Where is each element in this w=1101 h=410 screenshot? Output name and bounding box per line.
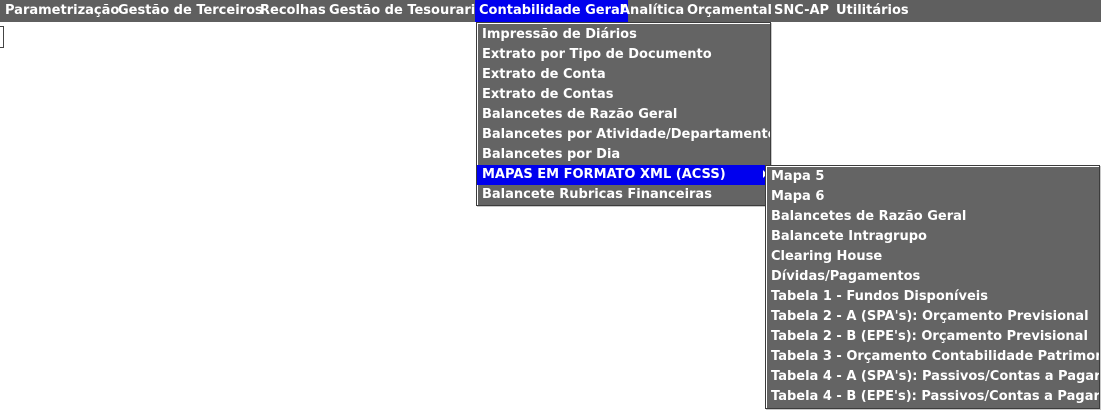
dropdown-item-balancete-rubricas-financeiras[interactable]: Balancete Rubricas Financeiras	[477, 185, 770, 205]
submenu-item-tabela-4a[interactable]: Tabela 4 - A (SPA's): Passivos/Contas a …	[766, 367, 1099, 387]
dropdown-item-balancetes-por-dia[interactable]: Balancetes por Dia	[477, 145, 770, 165]
menu-gestao-de-terceiros[interactable]: Gestão de Terceiros	[116, 0, 265, 22]
submenu-item-tabela-3[interactable]: Tabela 3 - Orçamento Contabilidade Patri…	[766, 347, 1099, 367]
submenu-item-dividas-pagamentos[interactable]: Dívidas/Pagamentos	[766, 267, 1099, 287]
dropdown-item-mapas-xml-acss[interactable]: MAPAS EM FORMATO XML (ACSS)	[477, 165, 770, 185]
menu-recolhas[interactable]: Recolhas	[258, 0, 328, 22]
dropdown-item-extrato-de-conta[interactable]: Extrato de Conta	[477, 65, 770, 85]
dropdown-item-extrato-por-tipo-de-documento[interactable]: Extrato por Tipo de Documento	[477, 45, 770, 65]
submenu-item-clearing-house[interactable]: Clearing House	[766, 247, 1099, 267]
dropdown-item-balancetes-por-atividade[interactable]: Balancetes por Atividade/Departamento	[477, 125, 770, 145]
menu-utilitarios[interactable]: Utilitários	[834, 0, 911, 22]
contabilidade-geral-dropdown: Impressão de Diários Extrato por Tipo de…	[476, 22, 771, 206]
menu-gestao-de-tesouraria[interactable]: Gestão de Tesouraria	[327, 0, 486, 22]
left-edge-handle	[0, 26, 4, 48]
menu-bar: Parametrização Gestão de Terceiros Recol…	[0, 0, 1101, 22]
menu-analitica[interactable]: Analítica	[618, 0, 686, 22]
submenu-item-balancete-intragrupo[interactable]: Balancete Intragrupo	[766, 227, 1099, 247]
submenu-item-tabela-4b[interactable]: Tabela 4 - B (EPE's): Passivos/Contas a …	[766, 387, 1099, 407]
submenu-item-mapa-5[interactable]: Mapa 5	[766, 167, 1099, 187]
submenu-item-mapa-6[interactable]: Mapa 6	[766, 187, 1099, 207]
submenu-item-tabela-1[interactable]: Tabela 1 - Fundos Disponíveis	[766, 287, 1099, 307]
menu-orcamental[interactable]: Orçamental	[685, 0, 774, 22]
submenu-item-balancetes-de-razao-geral[interactable]: Balancetes de Razão Geral	[766, 207, 1099, 227]
dropdown-item-extrato-de-contas[interactable]: Extrato de Contas	[477, 85, 770, 105]
submenu-item-tabela-2b[interactable]: Tabela 2 - B (EPE's): Orçamento Previsio…	[766, 327, 1099, 347]
menu-contabilidade-geral[interactable]: Contabilidade Geral	[475, 0, 629, 22]
mapas-xml-submenu: Mapa 5 Mapa 6 Balancetes de Razão Geral …	[765, 165, 1100, 409]
submenu-item-tabela-2a[interactable]: Tabela 2 - A (SPA's): Orçamento Previsio…	[766, 307, 1099, 327]
menu-snc-ap[interactable]: SNC-AP	[772, 0, 831, 22]
dropdown-item-impressao-de-diarios[interactable]: Impressão de Diários	[477, 25, 770, 45]
dropdown-item-balancetes-de-razao-geral[interactable]: Balancetes de Razão Geral	[477, 105, 770, 125]
dropdown-item-mapas-xml-acss-label: MAPAS EM FORMATO XML (ACSS)	[482, 167, 726, 182]
menu-parametrizacao[interactable]: Parametrização	[3, 0, 121, 22]
